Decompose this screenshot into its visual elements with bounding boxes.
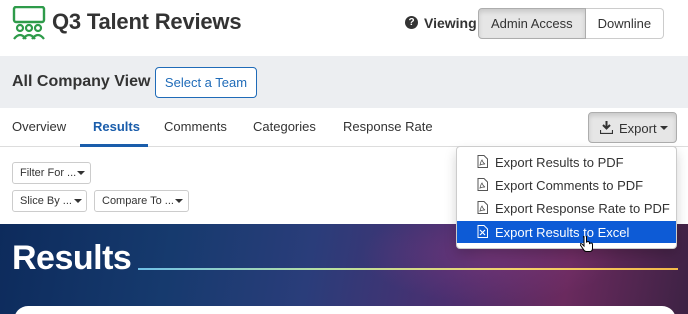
- banner-divider: [138, 268, 678, 270]
- app-header: Q3 Talent Reviews ? Viewing Admin Access…: [0, 0, 688, 56]
- pdf-file-icon: [477, 178, 488, 191]
- team-logo-icon: [12, 6, 46, 40]
- slice-by-label: Slice By ...: [20, 195, 72, 207]
- chevron-down-icon: [77, 171, 85, 175]
- export-button[interactable]: Export: [588, 112, 677, 143]
- tab-overview[interactable]: Overview: [12, 119, 66, 134]
- tab-comments[interactable]: Comments: [164, 119, 227, 134]
- menu-item-label: Export Response Rate to PDF: [495, 201, 670, 216]
- download-icon: [600, 121, 613, 134]
- admin-access-button[interactable]: Admin Access: [478, 8, 586, 39]
- tab-response-rate[interactable]: Response Rate: [343, 119, 433, 134]
- help-icon[interactable]: ?: [405, 16, 418, 29]
- downline-button[interactable]: Downline: [585, 8, 665, 39]
- filter-for-dropdown[interactable]: Filter For ...: [12, 162, 91, 184]
- select-team-button[interactable]: Select a Team: [155, 67, 257, 98]
- results-card: [14, 306, 676, 314]
- active-tab-indicator: [80, 144, 148, 147]
- tab-categories[interactable]: Categories: [253, 119, 316, 134]
- company-view-bar: All Company View: [0, 56, 688, 108]
- viewing-label: Viewing: [424, 15, 477, 31]
- compare-to-dropdown[interactable]: Compare To ...: [94, 190, 189, 212]
- export-menu: Export Results to PDF Export Comments to…: [456, 146, 677, 249]
- menu-item-label: Export Results to Excel: [495, 225, 630, 240]
- pointer-cursor-icon: [580, 236, 593, 252]
- export-results-pdf-item[interactable]: Export Results to PDF: [457, 151, 676, 173]
- excel-file-icon: [477, 225, 488, 238]
- chevron-down-icon: [660, 126, 668, 130]
- chevron-down-icon: [74, 199, 82, 203]
- menu-item-label: Export Comments to PDF: [495, 178, 644, 193]
- company-view-label: All Company View: [12, 73, 151, 90]
- tab-bar: Overview Results Comments Categories Res…: [0, 108, 688, 147]
- export-label: Export: [619, 121, 657, 136]
- export-results-excel-item[interactable]: Export Results to Excel: [457, 221, 676, 243]
- filter-for-label: Filter For ...: [20, 167, 77, 179]
- app-title: Q3 Talent Reviews: [52, 9, 242, 34]
- pdf-file-icon: [477, 201, 488, 214]
- view-toggle-group: Admin Access Downline: [478, 8, 665, 39]
- chevron-down-icon: [175, 199, 183, 203]
- export-response-rate-pdf-item[interactable]: Export Response Rate to PDF: [457, 197, 676, 219]
- compare-to-label: Compare To ...: [102, 195, 174, 207]
- banner-title: Results: [12, 239, 132, 277]
- menu-item-label: Export Results to PDF: [495, 155, 624, 170]
- slice-by-dropdown[interactable]: Slice By ...: [12, 190, 87, 212]
- export-comments-pdf-item[interactable]: Export Comments to PDF: [457, 174, 676, 196]
- pdf-file-icon: [477, 155, 488, 168]
- tab-results[interactable]: Results: [93, 119, 140, 134]
